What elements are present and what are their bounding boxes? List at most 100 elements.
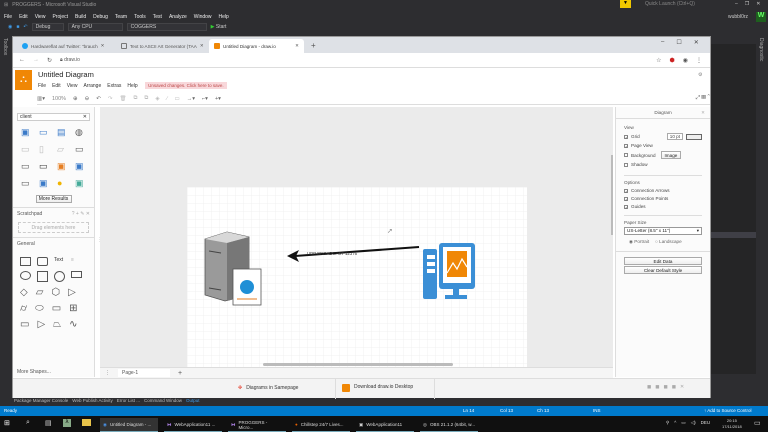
menu-edit[interactable]: Edit <box>19 14 28 20</box>
add-to-source-control[interactable]: ↑ Add to Source Control <box>704 408 752 413</box>
client-shape-icon[interactable]: ◍ <box>75 127 87 138</box>
image-button[interactable]: Image <box>660 151 682 159</box>
rounded-rect-shape[interactable] <box>37 257 48 266</box>
cylinder-shape[interactable]: ⌭ <box>20 303 27 314</box>
menu-analyze[interactable]: Analyze <box>169 14 187 20</box>
forward-icon[interactable]: → <box>33 57 39 63</box>
client-shape-icon[interactable]: ▭ <box>21 144 33 155</box>
task-obs[interactable]: ◎ OBS 21.1.2 (64bit, w... <box>420 418 478 432</box>
cube-shape[interactable]: ▭ <box>20 319 29 330</box>
action-center-icon[interactable]: ▭ <box>754 419 761 427</box>
to-back-icon[interactable]: ⧉ <box>144 95 148 102</box>
menu-window[interactable]: Window <box>194 14 212 20</box>
tray-chevron-icon[interactable]: ^ <box>674 420 676 426</box>
undo-icon[interactable]: ↶ <box>23 24 27 30</box>
tab-ascii[interactable]: Text to ASCII Art Generator (TAA ✕ <box>116 39 211 53</box>
task-vs1[interactable]: ⧓ WebApplication11 ... <box>164 418 222 432</box>
edge-label[interactable]: UDP BROADCAST 12376 <box>307 251 358 256</box>
landscape-radio[interactable]: ○ Landscape <box>655 239 682 245</box>
insert-icon[interactable]: +▾ <box>215 96 221 102</box>
page-view-checkbox[interactable]: ✓ Page View <box>624 143 702 148</box>
clear-search-icon[interactable]: ✕ <box>83 114 87 120</box>
grid-checkbox[interactable]: ✓ Grid 10 pt <box>624 133 702 140</box>
waypoints-icon[interactable]: ⌐▾ <box>202 96 208 102</box>
step-shape[interactable]: ▷ <box>37 319 45 330</box>
more-results-button[interactable]: More Results <box>35 195 72 203</box>
explorer-icon[interactable] <box>82 419 91 426</box>
project-dropdown[interactable]: COGGERS <box>126 22 207 31</box>
close-icon[interactable]: ✕ <box>756 1 760 7</box>
client-shape-icon[interactable]: ▣ <box>21 127 33 138</box>
client-shape-icon[interactable]: ▭ <box>21 161 33 172</box>
scratchpad-actions-icon[interactable]: ? + ✎ ✕ <box>72 211 90 217</box>
connection-arrows-checkbox[interactable]: ✓ Connection Arrows <box>624 188 702 193</box>
pages-menu-icon[interactable]: ⋮ <box>105 370 110 376</box>
shape-search-input[interactable]: client ✕ <box>17 113 90 121</box>
client-shape-icon[interactable]: ▤ <box>57 127 69 138</box>
restore-icon[interactable]: ❐ <box>745 1 749 7</box>
menu-edit[interactable]: Edit <box>52 83 61 89</box>
client-shape-icon[interactable]: ● <box>57 178 69 189</box>
back-icon[interactable]: ◉ <box>8 24 12 30</box>
square-shape[interactable] <box>37 271 48 282</box>
samepage-link[interactable]: ✤ Diagrams in Samepage <box>238 385 298 391</box>
user-avatar[interactable]: W <box>756 12 766 22</box>
client-shape-icon[interactable]: ▭ <box>39 127 51 138</box>
people-icon[interactable]: ⚲ <box>666 420 669 426</box>
settings-icon[interactable]: ⚙ <box>698 72 702 78</box>
minimize-icon[interactable]: – <box>661 39 664 46</box>
grid-color-button[interactable] <box>686 133 702 140</box>
task-chrome[interactable]: ◉ Untitled Diagram - ... <box>100 418 158 432</box>
lambda-app-icon[interactable]: λ <box>63 419 71 427</box>
back-icon[interactable]: ← <box>19 57 25 63</box>
close-icon[interactable]: ✕ <box>694 39 699 46</box>
menu-help[interactable]: Help <box>127 83 137 89</box>
close-tab-icon[interactable]: ✕ <box>200 43 204 49</box>
unsaved-changes-button[interactable]: Unsaved changes. Click here to save. <box>145 82 227 89</box>
new-tab-button[interactable]: + <box>311 41 316 50</box>
ellipse-shape[interactable] <box>20 271 31 280</box>
vertical-scrollbar[interactable] <box>611 155 613 235</box>
maximize-icon[interactable]: ☐ <box>676 39 681 46</box>
config-dropdown[interactable]: Debug <box>31 22 64 31</box>
menu-test[interactable]: Test <box>153 14 162 20</box>
connection-points-checkbox[interactable]: ✓ Connection Points <box>624 196 702 201</box>
diamond-shape[interactable]: ◇ <box>20 287 28 298</box>
close-tab-icon[interactable]: ✕ <box>101 43 105 49</box>
paper-size-select[interactable]: US-Letter (8.5" x 11") ▾ <box>624 227 702 235</box>
volume-icon[interactable]: ◁) <box>691 420 696 426</box>
zoom-in-icon[interactable]: ⊕ <box>73 96 78 102</box>
menu-arrange[interactable]: Arrange <box>83 83 101 89</box>
task-vs2[interactable]: ⧓ PROGGERS - Micro... <box>228 418 286 432</box>
internal-storage-shape[interactable]: ⊞ <box>69 303 77 314</box>
menu-build[interactable]: Build <box>75 14 86 20</box>
parallelogram-shape[interactable]: ▱ <box>36 287 44 298</box>
gplus-icon[interactable]: ■ <box>647 384 651 391</box>
rectangle-shape[interactable] <box>20 257 31 266</box>
client-shape-icon[interactable]: ▣ <box>57 161 69 172</box>
menu-file[interactable]: File <box>38 83 46 89</box>
guides-checkbox[interactable]: ✓ Guides <box>624 204 702 209</box>
client-shape-icon[interactable]: ▭ <box>39 161 51 172</box>
language-indicator[interactable]: DEU <box>701 420 711 426</box>
client-shape-icon[interactable]: ▯ <box>39 144 51 155</box>
tab-error-list[interactable]: Error List ... <box>117 398 140 403</box>
process-shape[interactable] <box>71 271 82 278</box>
download-link[interactable]: Download draw.io Desktop <box>335 379 435 399</box>
trapezoid-shape[interactable]: ⏢ <box>53 319 61 330</box>
horizontal-scrollbar[interactable] <box>263 363 453 366</box>
zoom-dropdown[interactable]: 100% <box>52 96 66 102</box>
url-field[interactable]: 🔒︎ draw.io <box>60 57 80 63</box>
menu-tools[interactable]: Tools <box>134 14 146 20</box>
connection-icon[interactable]: →▾ <box>187 96 195 102</box>
clear-default-style-button[interactable]: Clear Default Style <box>624 266 702 274</box>
circle-shape[interactable] <box>54 271 65 282</box>
general-header[interactable]: General <box>13 237 94 250</box>
document-shape[interactable]: ▭ <box>52 303 61 314</box>
github-icon[interactable]: ■ <box>672 384 676 391</box>
background-checkbox[interactable]: Background Image <box>624 151 702 159</box>
tab-command-window[interactable]: Command Window <box>144 398 182 403</box>
facebook-icon[interactable]: ■ <box>655 384 659 391</box>
diagnostic-tab[interactable]: Diagnostic <box>758 38 764 61</box>
start-button[interactable]: ▶ Start <box>211 24 227 30</box>
